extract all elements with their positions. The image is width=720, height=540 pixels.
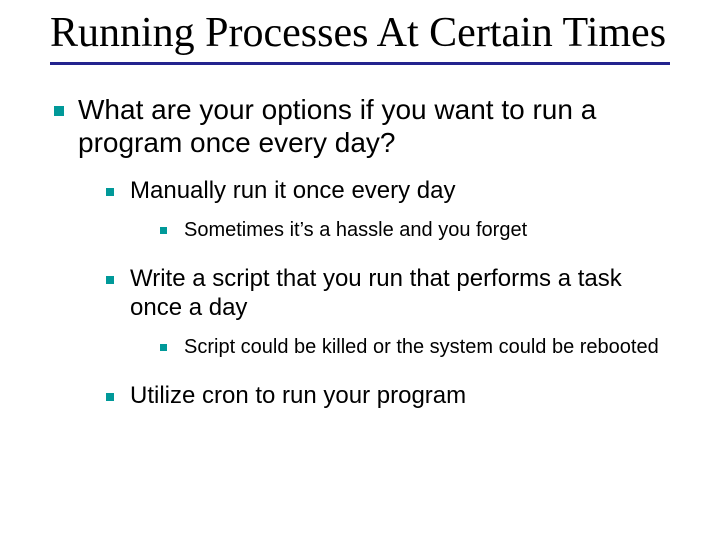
title-underline — [50, 62, 670, 65]
list-item: Manually run it once every day Sometimes… — [102, 177, 670, 243]
bullet-text: Script could be killed or the system cou… — [184, 336, 659, 358]
list-item: Script could be killed or the system cou… — [156, 335, 670, 360]
sub-list: Manually run it once every day Sometimes… — [78, 177, 670, 410]
slide: Running Processes At Certain Times What … — [0, 0, 720, 540]
bullet-list: What are your options if you want to run… — [50, 93, 670, 410]
bullet-text: Sometimes it’s a hassle and you forget — [184, 219, 527, 241]
bullet-text: What are your options if you want to run… — [78, 94, 596, 158]
slide-title: Running Processes At Certain Times — [50, 10, 670, 56]
list-item: What are your options if you want to run… — [50, 93, 670, 410]
list-item: Sometimes it’s a hassle and you forget — [156, 218, 670, 243]
bullet-text: Write a script that you run that perform… — [130, 265, 622, 321]
sub-sub-list: Script could be killed or the system cou… — [130, 335, 670, 360]
list-item: Utilize cron to run your program — [102, 382, 670, 411]
sub-sub-list: Sometimes it’s a hassle and you forget — [130, 218, 670, 243]
bullet-text: Manually run it once every day — [130, 177, 456, 204]
list-item: Write a script that you run that perform… — [102, 265, 670, 360]
bullet-text: Utilize cron to run your program — [130, 382, 466, 409]
